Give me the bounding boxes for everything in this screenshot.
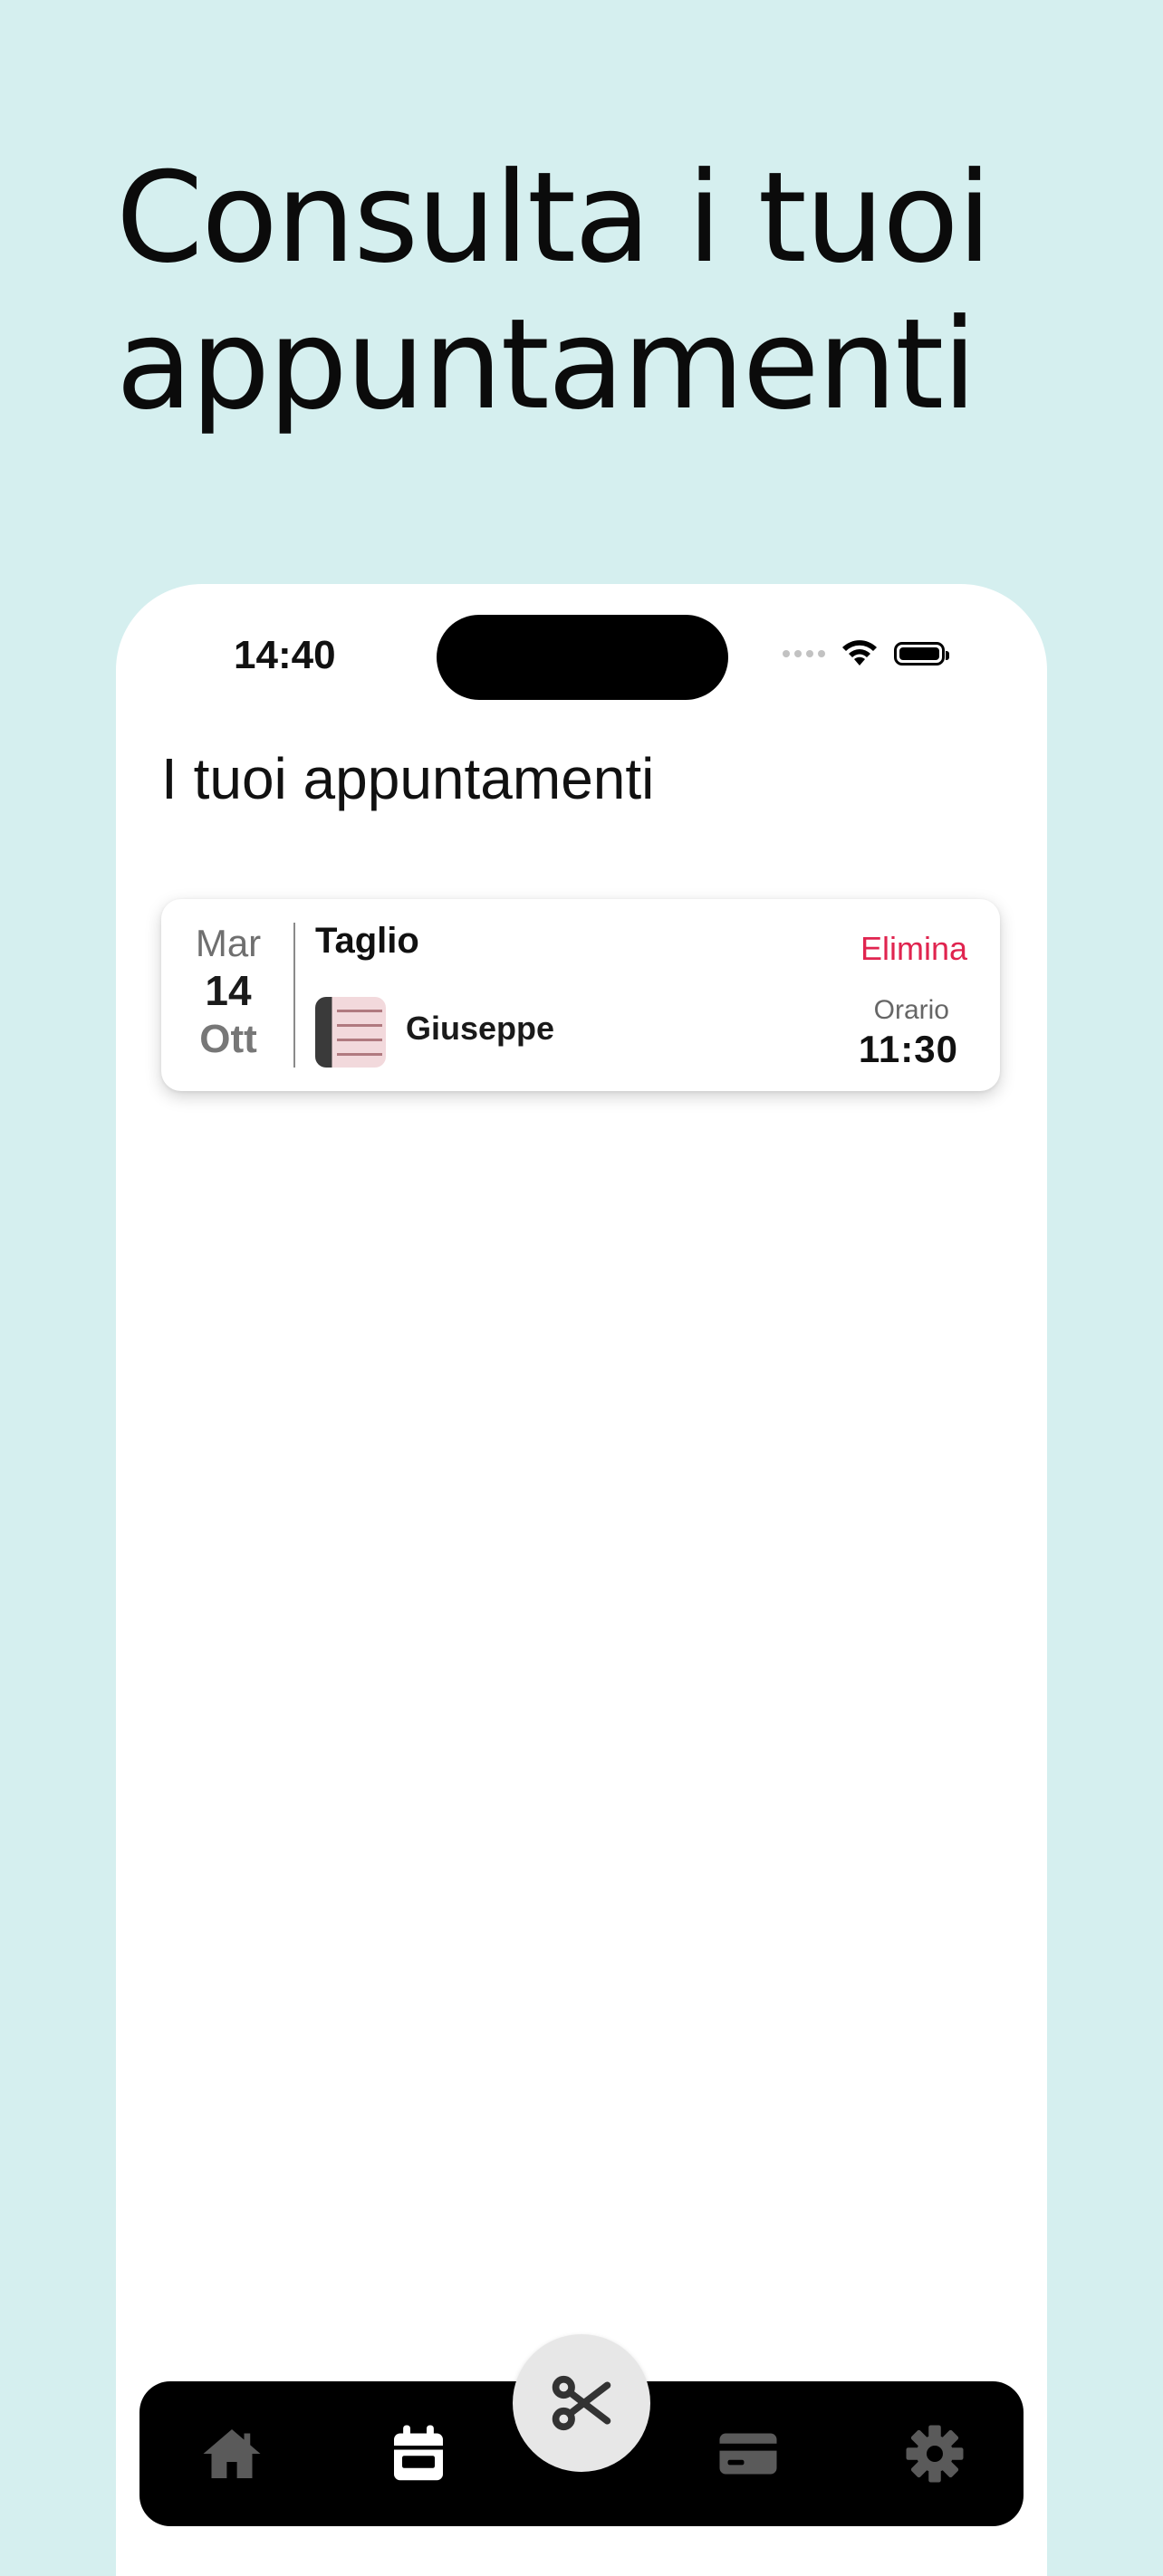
tab-home[interactable] xyxy=(196,2418,268,2490)
credit-card-icon xyxy=(719,2433,777,2475)
phone-screen: 14:40 I tuoi appuntamenti Mar 14 Ott Tag… xyxy=(116,584,1047,2576)
appointment-day: 14 xyxy=(205,967,252,1014)
status-icons xyxy=(783,638,949,669)
home-icon xyxy=(203,2429,261,2478)
delete-button[interactable]: Elimina xyxy=(860,930,967,968)
scissors-icon xyxy=(552,2375,611,2431)
gear-icon xyxy=(906,2425,964,2483)
hero-title: Consulta i tuoi appuntamenti xyxy=(116,145,992,437)
wifi-icon xyxy=(842,640,877,666)
appointment-time: 11:30 xyxy=(858,1028,958,1070)
appointment-time-label: Orario xyxy=(873,995,949,1025)
status-time: 14:40 xyxy=(234,633,336,677)
dynamic-island xyxy=(437,615,728,700)
tab-settings[interactable] xyxy=(899,2418,971,2490)
signal-icon xyxy=(783,650,825,657)
battery-icon xyxy=(894,642,949,666)
appointment-month: Ott xyxy=(199,1017,257,1061)
appointment-date: Mar 14 Ott xyxy=(161,921,295,1064)
tab-payments[interactable] xyxy=(712,2418,784,2490)
appointment-card[interactable]: Mar 14 Ott Taglio Giuseppe Elimina Orari… xyxy=(161,899,1000,1091)
tab-appointments[interactable] xyxy=(382,2418,455,2490)
barber-avatar xyxy=(315,997,386,1068)
page-title: I tuoi appuntamenti xyxy=(161,746,655,811)
appointment-day-of-week: Mar xyxy=(195,922,262,964)
book-appointment-button[interactable] xyxy=(513,2334,650,2472)
calendar-icon xyxy=(394,2425,443,2481)
appointment-barber: Giuseppe xyxy=(406,1010,555,1047)
card-divider xyxy=(293,923,295,1068)
appointment-service: Taglio xyxy=(315,921,419,961)
